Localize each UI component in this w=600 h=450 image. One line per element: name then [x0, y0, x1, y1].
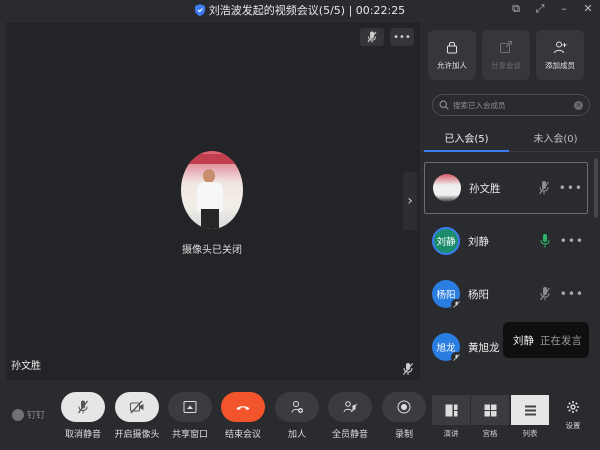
settings-button[interactable]: 设置: [560, 400, 586, 431]
more-icon[interactable]: •••: [390, 28, 414, 46]
fullscreen-icon[interactable]: ⤢: [534, 3, 546, 15]
add-person-icon: [275, 392, 319, 422]
video-stage: ••• 摄像头已关闭 孙文胜: [6, 22, 420, 380]
brand-label: 钉钉: [27, 411, 46, 421]
clear-icon[interactable]: ×: [574, 100, 583, 110]
grid-view-button[interactable]: 宫格: [471, 395, 509, 439]
mic-muted-badge-icon: [451, 299, 462, 310]
toast-speaker: 刘静: [513, 334, 534, 347]
speaker-view-icon: [432, 395, 470, 425]
dingtalk-logo-icon: [12, 408, 24, 421]
toast-status: 正在发言: [540, 334, 582, 347]
start-camera-label: 开启摄像头: [114, 430, 160, 440]
record-label: 录制: [394, 430, 413, 440]
mic-muted-icon[interactable]: [537, 180, 551, 196]
member-name: 刘静: [468, 235, 489, 248]
search-placeholder: 搜索已入会成员: [453, 100, 506, 110]
mute-all-button[interactable]: 全员静音: [320, 392, 380, 440]
avatar: 刘静: [432, 227, 460, 255]
allow-join-label: 允许加人: [437, 60, 467, 70]
list-view-icon: [511, 395, 549, 425]
camera-off-label: 摄像头已关闭: [182, 245, 242, 256]
lock-icon: [447, 41, 457, 53]
mute-all-label: 全员静音: [331, 430, 368, 440]
window-controls: ⧉ ⤢ – ✕: [510, 3, 594, 15]
end-meeting-label: 结束会议: [224, 430, 261, 440]
share-icon: [500, 40, 512, 53]
member-tabs: 已入会(5) 未入会(0): [422, 124, 600, 152]
pin-icon[interactable]: ⧉: [510, 3, 522, 15]
unmute-label: 取消静音: [64, 430, 101, 440]
avatar-text: 刘静: [436, 237, 456, 248]
grid-view-icon: [471, 395, 509, 425]
share-meeting-label: 分享会议: [491, 60, 521, 70]
member-name: 孙文胜: [469, 182, 501, 195]
minimize-icon[interactable]: –: [558, 3, 570, 15]
scrollbar[interactable]: [594, 158, 598, 218]
speaker-name: 孙文胜: [11, 361, 41, 372]
more-icon[interactable]: •••: [560, 234, 584, 248]
list-view-button[interactable]: 列表: [511, 395, 549, 439]
collapse-panel-button[interactable]: ›: [403, 172, 417, 230]
avatar: [433, 174, 461, 202]
speaking-toast: 刘静 正在发言: [503, 322, 589, 358]
tab-joined[interactable]: 已入会(5): [422, 124, 511, 152]
more-icon[interactable]: •••: [559, 181, 583, 195]
stage-toolbar: •••: [360, 28, 414, 46]
add-person-label: 加人: [287, 430, 306, 440]
camera-off-icon: [115, 392, 159, 422]
member-row[interactable]: 刘静 刘静 •••: [424, 215, 588, 267]
share-meeting-button[interactable]: 分享会议: [482, 30, 530, 80]
mic-off-icon: [61, 392, 105, 422]
end-meeting-button[interactable]: 结束会议: [213, 392, 273, 440]
add-user-icon: [554, 41, 567, 53]
list-view-label: 列表: [522, 429, 538, 438]
search-icon: [439, 100, 449, 110]
record-button[interactable]: 录制: [374, 392, 434, 440]
control-bar: 钉钉 取消静音 开启摄像头 共享窗口 结束会议 加人 全员静音 录制 演讲 宫格…: [0, 382, 600, 450]
avatar: 杨阳: [432, 280, 462, 310]
add-member-label: 添加成员: [545, 60, 575, 70]
avatar: 旭龙: [432, 333, 462, 363]
allow-join-button[interactable]: 允许加人: [428, 30, 476, 80]
mic-muted-icon: [403, 363, 413, 375]
share-screen-icon: [168, 392, 212, 422]
tab-not-joined[interactable]: 未入会(0): [511, 124, 600, 151]
shield-icon: [194, 4, 205, 16]
share-screen-label: 共享窗口: [171, 430, 208, 440]
mic-muted-icon[interactable]: [360, 28, 384, 46]
meeting-window: 刘浩波发起的视频会议(5/5) | 00:22:25 ⧉ ⤢ – ✕ ••• 摄…: [0, 0, 600, 450]
more-icon[interactable]: •••: [560, 287, 584, 301]
hangup-icon: [221, 392, 265, 422]
grid-view-label: 宫格: [482, 429, 498, 438]
speaker-view-label: 演讲: [443, 429, 459, 438]
gear-icon: [567, 401, 579, 413]
title-bar: 刘浩波发起的视频会议(5/5) | 00:22:25 ⧉ ⤢ – ✕: [0, 0, 600, 20]
speaker-view-button[interactable]: 演讲: [432, 395, 470, 439]
add-member-button[interactable]: 添加成员: [536, 30, 584, 80]
mic-muted-badge-icon: [451, 352, 462, 363]
close-icon[interactable]: ✕: [582, 3, 594, 15]
member-name: 杨阳: [468, 288, 489, 301]
settings-label: 设置: [565, 421, 581, 430]
panel-actions: 允许加人 分享会议 添加成员: [428, 30, 584, 80]
start-camera-button[interactable]: 开启摄像头: [107, 392, 167, 440]
brand: 钉钉: [12, 408, 45, 421]
mute-all-icon: [328, 392, 372, 422]
record-icon: [382, 392, 426, 422]
member-row[interactable]: 杨阳 杨阳 •••: [424, 268, 588, 320]
unmute-button[interactable]: 取消静音: [53, 392, 113, 440]
add-person-button[interactable]: 加人: [267, 392, 327, 440]
chevron-right-icon: ›: [407, 193, 413, 209]
window-title: 刘浩波发起的视频会议(5/5) | 00:22:25: [208, 4, 406, 17]
share-screen-button[interactable]: 共享窗口: [160, 392, 220, 440]
member-row[interactable]: 孙文胜 •••: [424, 162, 588, 214]
member-search-input[interactable]: 搜索已入会成员 ×: [432, 94, 590, 116]
mic-speaking-icon[interactable]: [538, 233, 552, 249]
avatar: [181, 151, 243, 229]
mic-muted-icon[interactable]: [538, 286, 552, 302]
